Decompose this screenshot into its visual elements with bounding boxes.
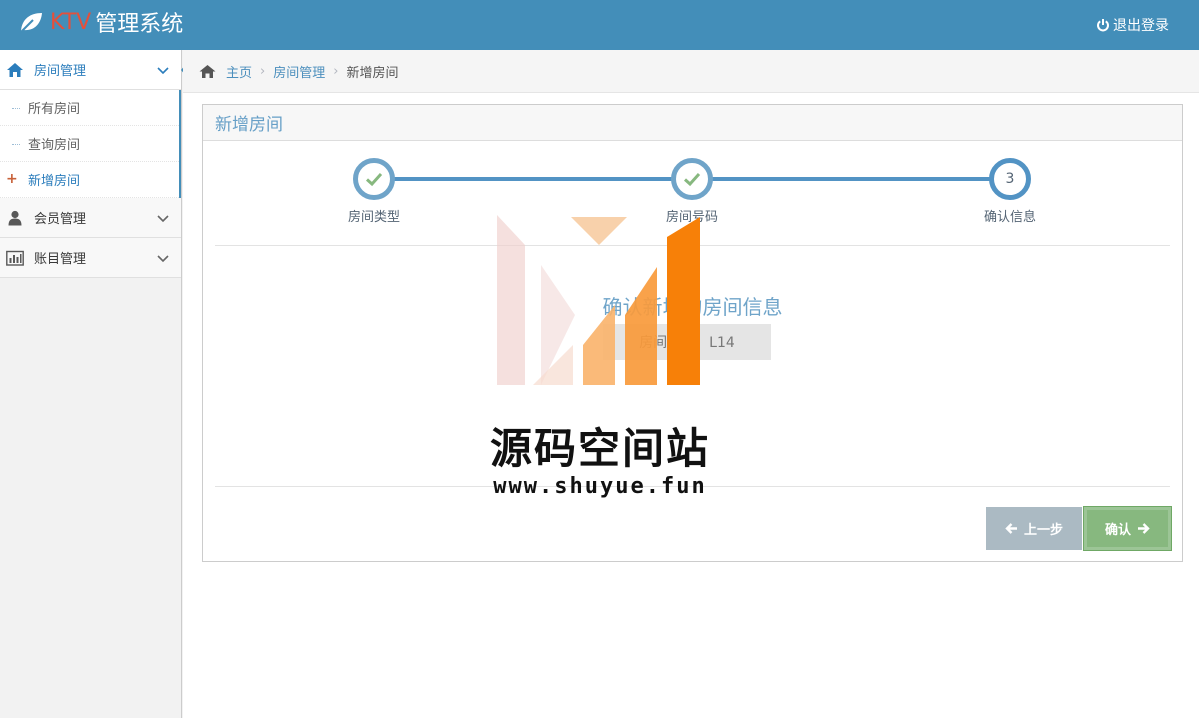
home-icon (7, 62, 23, 77)
sidebar-subitem-add-room[interactable]: + 新增房间 (0, 162, 179, 198)
prev-step-button[interactable]: 上一步 (986, 507, 1082, 550)
sidebar-item-label: 会员管理 (34, 212, 87, 227)
step-number: 3 (1005, 171, 1015, 187)
confirm-label: 确认 (1104, 523, 1131, 538)
chevron-down-icon (157, 214, 169, 222)
breadcrumb: 主页 › 房间管理 › 新增房间 (183, 50, 1199, 93)
step-circle: 3 (989, 158, 1031, 200)
watermark-logo (497, 215, 700, 385)
breadcrumb-current: 新增房间 (346, 65, 399, 81)
sidebar-subitem-search-rooms[interactable]: 查询房间 (0, 126, 179, 162)
power-icon (1097, 19, 1109, 32)
breadcrumb-section-link[interactable]: 房间管理 (273, 62, 325, 81)
chart-icon (6, 250, 24, 266)
top-navbar: KTV 管理系统 退出登录 (0, 0, 1199, 50)
sidebar-item-label: 房间管理 (34, 64, 87, 79)
check-icon (365, 172, 383, 187)
sidebar-item-room-management[interactable]: 房间管理 (0, 50, 191, 90)
logout-label: 退出登录 (1113, 18, 1169, 34)
widget-title: 新增房间 (203, 105, 1182, 141)
sidebar-subitem-all-rooms[interactable]: 所有房间 (0, 90, 179, 126)
brand-title: 管理系统 (95, 12, 184, 37)
submenu-room-management: 所有房间 查询房间 + 新增房间 (0, 90, 181, 198)
home-icon (199, 64, 216, 78)
check-icon (683, 172, 701, 187)
sidebar-subitem-label: 查询房间 (28, 138, 81, 153)
breadcrumb-separator: › (333, 63, 339, 79)
arrow-right-icon (1138, 523, 1150, 534)
confirm-button[interactable]: 确认 (1083, 506, 1172, 551)
logout-button[interactable]: 退出登录 (1096, 15, 1169, 35)
step-label: 房间类型 (347, 210, 400, 225)
arrow-left-icon (1005, 523, 1017, 534)
sidebar-item-member-management[interactable]: 会员管理 (0, 198, 181, 238)
chevron-down-icon (157, 66, 169, 74)
step-circle (671, 158, 713, 200)
sidebar-item-account-management[interactable]: 账目管理 (0, 238, 181, 278)
brand-accent: KTV (50, 9, 92, 35)
breadcrumb-separator: › (260, 63, 266, 79)
sidebar: 房间管理 所有房间 查询房间 + 新增房间 会员管理 账目管理 (0, 50, 191, 718)
watermark-url: www.shuyue.fun (493, 474, 707, 499)
prev-step-label: 上一步 (1023, 523, 1063, 538)
sidebar-subitem-label: 所有房间 (28, 102, 81, 117)
step-circle (353, 158, 395, 200)
step-label: 确认信息 (983, 210, 1036, 225)
sidebar-item-label: 账目管理 (34, 252, 87, 267)
breadcrumb-home-link[interactable]: 主页 (226, 62, 252, 81)
sidebar-subitem-label: 新增房间 (28, 174, 81, 189)
leaf-icon (20, 13, 42, 33)
user-icon (8, 210, 22, 225)
plus-icon: + (6, 171, 18, 187)
watermark-text: 源码空间站 (489, 424, 710, 473)
chevron-down-icon (157, 254, 169, 262)
brand[interactable]: KTV 管理系统 (18, 6, 183, 38)
wizard-step-1: 房间类型 (314, 158, 434, 225)
wizard-step-3: 3 确认信息 (950, 158, 1070, 225)
